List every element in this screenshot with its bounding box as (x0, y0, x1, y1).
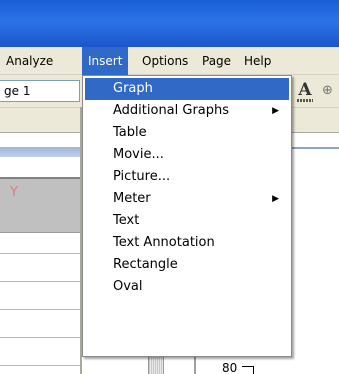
menu-item-label: Graph (113, 81, 153, 96)
menu-item-label: Table (113, 125, 147, 140)
menu-item-label: Oval (113, 279, 143, 294)
menu-item-label: Rectangle (113, 257, 178, 272)
menu-item-label: Additional Graphs (113, 103, 230, 118)
table-row-divider (0, 337, 80, 338)
menu-insert[interactable]: Insert (82, 47, 129, 75)
menu-bar: Analyze Insert Options Page Help (0, 47, 339, 75)
menu-analyze[interactable]: Analyze (0, 47, 59, 75)
menu-item-rectangle[interactable]: Rectangle (85, 254, 289, 276)
menu-item-table[interactable]: Table (85, 122, 289, 144)
menu-item-meter[interactable]: Meter ▶ (85, 188, 289, 210)
table-row-divider (0, 365, 80, 366)
menu-item-additional-graphs[interactable]: Additional Graphs ▶ (85, 100, 289, 122)
table-row-divider (0, 309, 80, 310)
menu-item-label: Movie... (113, 147, 164, 162)
page-selector[interactable]: ge 1 (0, 80, 80, 102)
axis-tick-label: 80 (222, 361, 238, 374)
font-color-icon[interactable]: A (296, 82, 314, 102)
submenu-arrow-icon: ▶ (272, 106, 279, 116)
table-row-divider (0, 281, 80, 282)
menu-options[interactable]: Options (136, 47, 194, 75)
menu-item-label: Text Annotation (113, 235, 215, 250)
table-header-strip (0, 147, 80, 157)
menu-item-label: Picture... (113, 169, 171, 184)
submenu-arrow-icon: ▶ (272, 194, 279, 204)
menu-item-movie[interactable]: Movie... (85, 144, 289, 166)
column-header-label: Y (10, 185, 18, 200)
table-row-divider (0, 253, 80, 254)
menu-page[interactable]: Page (196, 47, 237, 75)
menu-item-label: Text (113, 213, 140, 228)
title-bar (0, 0, 339, 47)
data-table-panel: Y (0, 133, 80, 374)
column-header-y[interactable]: Y (0, 177, 80, 233)
menu-item-text-annotation[interactable]: Text Annotation (85, 232, 289, 254)
menu-item-label: Meter (113, 191, 151, 206)
menu-item-graph[interactable]: Graph (85, 78, 289, 100)
menu-item-text[interactable]: Text (85, 210, 289, 232)
zoom-icon[interactable]: ⊕ (322, 83, 338, 99)
menu-item-oval[interactable]: Oval (85, 276, 289, 298)
menu-item-picture[interactable]: Picture... (85, 166, 289, 188)
menu-help[interactable]: Help (238, 47, 277, 75)
insert-menu-dropdown: Graph Additional Graphs ▶ Table Movie...… (82, 75, 292, 357)
axis-tick-mark (242, 366, 254, 374)
